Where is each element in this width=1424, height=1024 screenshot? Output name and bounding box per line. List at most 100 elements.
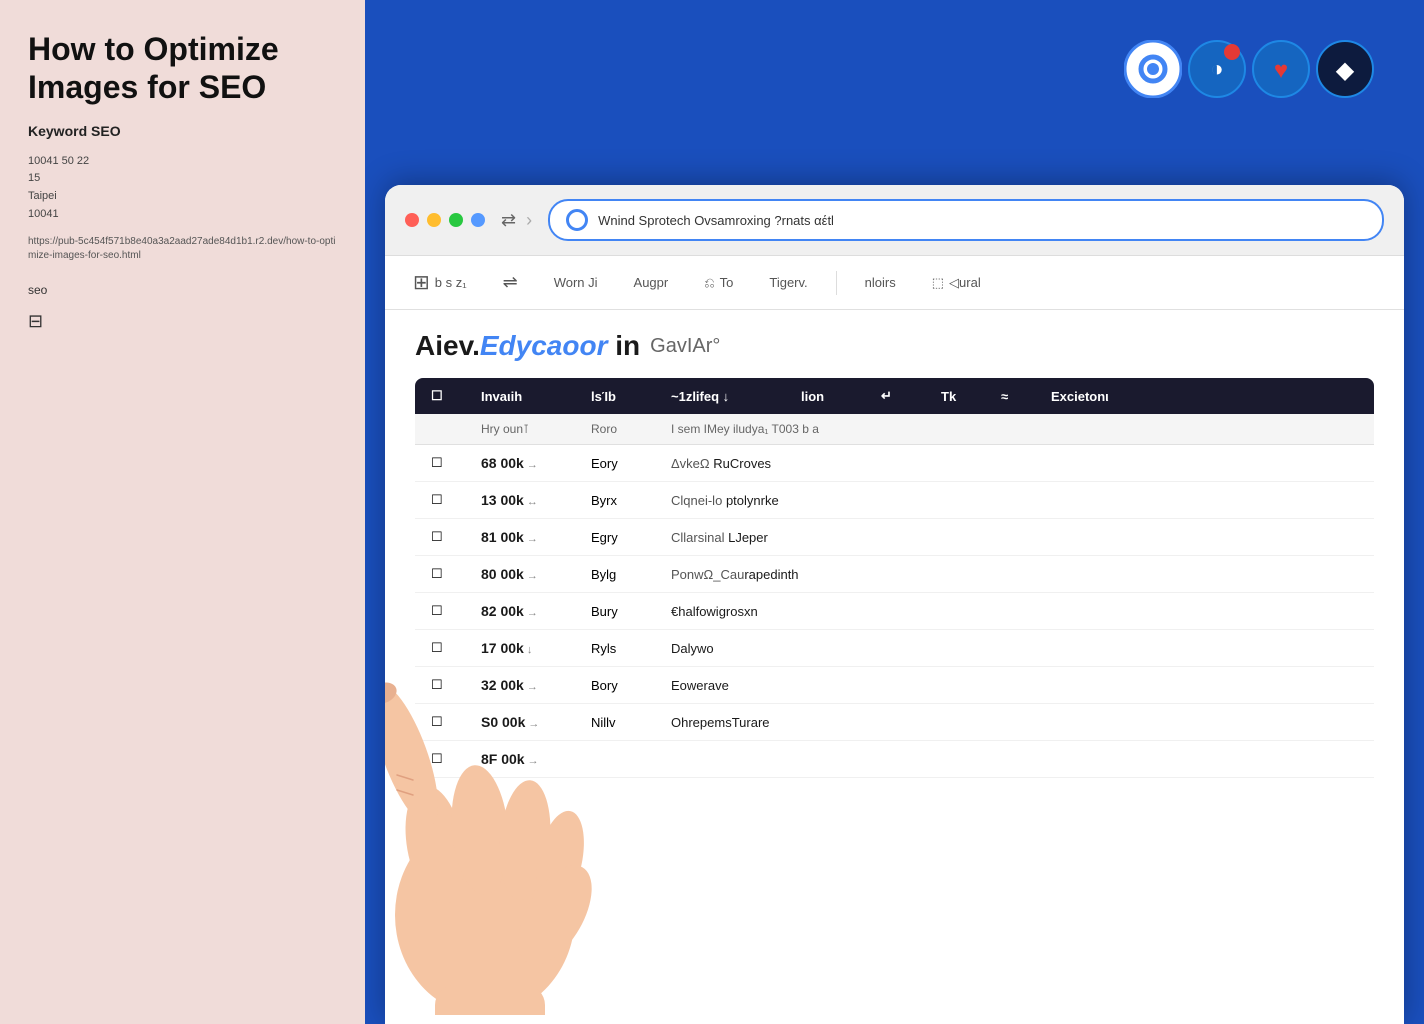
title-part3: in: [607, 330, 640, 361]
extension-icon-wrapper: ◆: [1316, 40, 1374, 98]
row-volume-4: 80 00k →: [481, 566, 571, 582]
row-check-3[interactable]: ☐: [431, 529, 461, 545]
col-header-check: ☐: [431, 388, 461, 404]
row-check-1[interactable]: ☐: [431, 455, 461, 471]
back-icon[interactable]: ⇄: [501, 210, 516, 231]
row-keyword-1: ΔvkeΩ RuCroves: [671, 456, 1358, 471]
row-keyword-8: OhrepemsTurare: [671, 715, 1358, 730]
row-check-9[interactable]: ☐: [431, 751, 461, 767]
col-header-2: lsΊb: [591, 389, 651, 404]
table-row: ☐ 17 00k ↓ Ryls Dalywo: [415, 630, 1374, 667]
row-check-7[interactable]: ☐: [431, 677, 461, 693]
row-keyword-2: Clqnei-lo ptolynrke: [671, 493, 1358, 508]
toolbar-item-ural[interactable]: ⬚ ◁ural: [924, 271, 989, 295]
row-keyword-3: Cllarsinal LJeper: [671, 530, 1358, 545]
col-header-4: lion: [801, 389, 861, 404]
toolbar-item-worm[interactable]: Worn Ji: [546, 271, 606, 294]
extension-browser-icon: ◆: [1316, 40, 1374, 98]
table-row: ☐ 13 00k ↔ Byrx Clqnei-lo ptolynrke: [415, 482, 1374, 519]
toolbar-item-ta[interactable]: ⎌ To: [696, 271, 741, 295]
top-blue-area: ◑ ♥ ◆: [365, 0, 1424, 185]
svg-text:◆: ◆: [1336, 57, 1355, 84]
row-keyword-5: €halfowigrosxn: [671, 604, 1358, 619]
col-header-3: ~1zlifeq ↓: [671, 389, 781, 404]
row-keyword-6: Dalywo: [671, 641, 1358, 656]
svg-text:◑: ◑: [1210, 56, 1223, 81]
toolbar-item-tiger[interactable]: Tigerv.: [761, 271, 815, 294]
row-keyword-7: Eowerave: [671, 678, 1358, 693]
page-title: How to Optimize Images for SEO: [28, 30, 337, 107]
toolbar-label-worm: Worn Ji: [554, 275, 598, 290]
row-check-8[interactable]: ☐: [431, 714, 461, 730]
table-row: ☐ 68 00k → Eory ΔvkeΩ RuCroves: [415, 445, 1374, 482]
maximize-dot[interactable]: [449, 213, 463, 227]
toolbar-icon-2: ⇌: [503, 272, 518, 293]
row-intent-6: Ryls: [591, 641, 651, 656]
content-area: Aiev.Edycaoor in GavIAr° ☐ Invaιih lsΊb …: [385, 310, 1404, 1020]
table-row: ☐ S0 00k → Nillv OhrepemsTurare: [415, 704, 1374, 741]
table-row: ☐ 82 00k → Bury €halfowigrosxn: [415, 593, 1374, 630]
toolbar-item-2[interactable]: ⇌: [495, 268, 526, 297]
row-volume-1: 68 00k →: [481, 455, 571, 471]
row-volume-5: 82 00k →: [481, 603, 571, 619]
row-volume-9: 8F 00k →: [481, 751, 571, 767]
toolbar-item-1[interactable]: ⊞ b s z₁: [405, 266, 475, 299]
meta-line2: 15: [28, 172, 40, 184]
extra-dot[interactable]: [471, 213, 485, 227]
sidebar-tag-icon: ⊟: [28, 311, 337, 332]
chrome-icon-wrapper: [1124, 40, 1182, 98]
toolbar-label-ta: To: [720, 275, 734, 290]
table-subheader: Hry oun⊺ Roro I sem IMey iludya₁ T003 b …: [415, 414, 1374, 445]
page-title-sub: GavIAr°: [650, 335, 720, 358]
sidebar-tag: seo: [28, 283, 337, 297]
col-header-1: Invaιih: [481, 389, 571, 404]
row-volume-3: 81 00k →: [481, 529, 571, 545]
row-check-6[interactable]: ☐: [431, 640, 461, 656]
sidebar: How to Optimize Images for SEO Keyword S…: [0, 0, 365, 1024]
browser-window: ⇄ › Wnind Sprotech Ovsamroxing ?rnats αέ…: [385, 185, 1404, 1024]
red-browser-icon: ◑: [1188, 40, 1246, 98]
row-intent-4: Bylg: [591, 567, 651, 582]
row-intent-7: Bory: [591, 678, 651, 693]
col-header-7: ≈: [1001, 389, 1031, 404]
toolbar-label-1: b s z₁: [435, 275, 467, 290]
browser-nav: ⇄ ›: [501, 210, 532, 231]
browser-chrome: ⇄ › Wnind Sprotech Ovsamroxing ?rnats αέ…: [385, 185, 1404, 256]
row-keyword-4: PonwΩ_Caurapedinth: [671, 567, 1358, 582]
toolbar-label-ural: ◁ural: [949, 275, 981, 291]
red-icon-wrapper: ◑: [1188, 40, 1246, 98]
table-row: ☐ 81 00k → Egry Cllarsinal LJeper: [415, 519, 1374, 556]
table-header: ☐ Invaιih lsΊb ~1zlifeq ↓ lion ↵ Tk ≈ Ex…: [415, 378, 1374, 414]
forward-icon[interactable]: ›: [526, 210, 532, 231]
toolbar-item-augpr[interactable]: Augpr: [626, 271, 677, 294]
address-bar[interactable]: Wnind Sprotech Ovsamroxing ?rnats αέtl: [548, 199, 1384, 241]
col-header-6: Tk: [941, 389, 981, 404]
meta-line1: 10041 50 22: [28, 155, 89, 167]
row-check-4[interactable]: ☐: [431, 566, 461, 582]
row-volume-2: 13 00k ↔: [481, 492, 571, 508]
toolbar-icon-ural: ⬚: [932, 275, 944, 291]
toolbar: ⊞ b s z₁ ⇌ Worn Ji Augpr ⎌ To Tigerv. nl…: [385, 256, 1404, 310]
sub-col1: Hry oun⊺: [481, 422, 571, 436]
sub-col3: I sem IMey iludya₁ T003 b a: [671, 422, 1358, 436]
toolbar-icon-1: ⊞: [413, 270, 430, 295]
toolbar-label-augpr: Augpr: [634, 275, 669, 290]
row-check-2[interactable]: ☐: [431, 492, 461, 508]
row-volume-8: S0 00k →: [481, 714, 571, 730]
meta-line4: 10041: [28, 208, 59, 220]
row-intent-2: Byrx: [591, 493, 651, 508]
address-circle-icon: [566, 209, 588, 231]
row-intent-8: Nillv: [591, 715, 651, 730]
row-check-5[interactable]: ☐: [431, 603, 461, 619]
traffic-lights: [405, 213, 485, 227]
row-volume-6: 17 00k ↓: [481, 640, 571, 656]
col-header-5: ↵: [881, 388, 921, 404]
minimize-dot[interactable]: [427, 213, 441, 227]
title-part2: Edycaoor: [480, 330, 608, 361]
browser-icons-area: ◑ ♥ ◆: [1124, 40, 1374, 98]
toolbar-label-tiger: Tigerv.: [769, 275, 807, 290]
row-intent-1: Eory: [591, 456, 651, 471]
toolbar-item-nloirs[interactable]: nloirs: [857, 271, 904, 294]
close-dot[interactable]: [405, 213, 419, 227]
main-area: ◑ ♥ ◆: [365, 0, 1424, 1024]
